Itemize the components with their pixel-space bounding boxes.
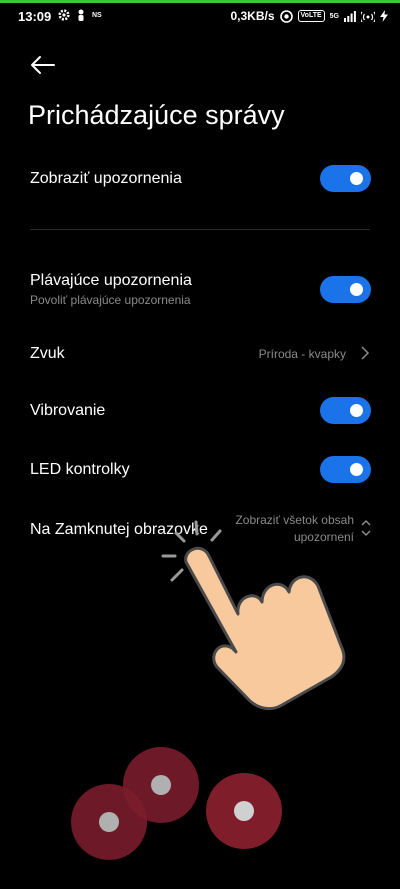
sound-value: Príroda - kvapky (258, 347, 346, 361)
touch-dot-center (234, 801, 254, 821)
section-divider (30, 229, 370, 230)
signal-icon (344, 10, 356, 22)
status-right-icons: 0,3KB/s VoLTE 5G (230, 9, 388, 23)
data-saver-icon (279, 9, 293, 23)
status-left-icons: NS (58, 9, 102, 21)
led-label: LED kontrolky (30, 461, 130, 478)
network-speed: 0,3KB/s (230, 9, 275, 23)
touch-dot (206, 773, 282, 849)
volte-badge: VoLTE (297, 10, 325, 22)
gesture-overlay (71, 520, 346, 860)
settings-gear-icon (58, 9, 70, 21)
floating-sublabel: Povoliť plávajúce upozornenia (30, 293, 191, 307)
floating-label: Plávajúce upozornenia (30, 272, 192, 289)
toggle-knob (350, 404, 363, 417)
lock-screen-label: Na Zamknutej obrazovke (30, 521, 208, 538)
touch-dot-center (99, 812, 119, 832)
vibration-label: Vibrovanie (30, 402, 106, 419)
chevron-updown-icon (361, 519, 371, 537)
page-title: Prichádzajúce správy (28, 100, 285, 130)
person-icon (78, 9, 84, 21)
touch-dot (123, 747, 199, 823)
touch-dots (71, 747, 282, 860)
chevron-right-icon (361, 346, 370, 360)
toggle-knob (350, 172, 363, 185)
back-arrow-icon[interactable] (28, 52, 58, 78)
touch-dot (71, 784, 147, 860)
show-notifications-toggle[interactable] (320, 165, 371, 192)
vibration-toggle[interactable] (320, 397, 371, 424)
sound-label: Zvuk (30, 345, 65, 362)
bolt-icon (380, 10, 388, 22)
floating-toggle[interactable] (320, 276, 371, 303)
lock-screen-value-line1: Zobraziť všetok obsah (235, 513, 354, 527)
ns-label: NS (92, 11, 102, 19)
led-toggle[interactable] (320, 456, 371, 483)
status-bar: 13:09 NS 0,3KB/s VoLTE 5G (0, 3, 400, 31)
hand-pointer-icon (184, 546, 346, 711)
show-notifications-label: Zobraziť upozornenia (30, 170, 182, 187)
wifi-icon (361, 11, 375, 22)
toggle-knob (350, 283, 363, 296)
status-time: 13:09 (18, 9, 52, 24)
toggle-knob (350, 463, 363, 476)
touch-dot-center (151, 775, 171, 795)
network-type: 5G (329, 12, 339, 20)
lock-screen-value-line2: upozornení (293, 530, 354, 544)
